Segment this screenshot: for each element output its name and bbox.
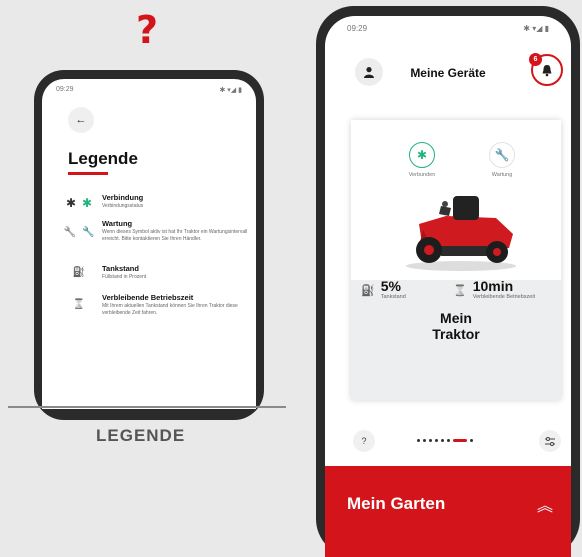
pager-dot-active[interactable] <box>453 439 467 442</box>
help-button[interactable]: ? <box>353 430 375 452</box>
status-bar: 09:29 ✱ ▾◢ ▮ <box>42 79 256 94</box>
legend-item-title: Tankstand <box>102 264 139 273</box>
runtime-metric: ⌛ 10min Verbleibende Betriebszeit <box>453 278 535 300</box>
legend-item-title: Verbleibende Betriebszeit <box>102 293 194 302</box>
back-arrow-icon: ← <box>75 114 87 126</box>
legend-screen: 09:29 ✱ ▾◢ ▮ ← Legende ✱ ✱ Verbindung Ve… <box>42 79 256 409</box>
pager-dot[interactable] <box>441 439 444 442</box>
fuel-label: Tankstand <box>380 294 406 300</box>
garden-title: Mein Garten <box>347 494 446 513</box>
pager-dot[interactable] <box>417 439 420 442</box>
pager-dot[interactable] <box>470 439 473 442</box>
fuel-metric: ⛽ 5% Tankstand <box>361 278 406 300</box>
bluetooth-status-icon: ✱ <box>409 142 435 168</box>
status-time: 09:29 <box>347 24 368 33</box>
devices-screen: 09:29 ✱ ▾◢ ▮ Meine Geräte 6 ✱ Verbunden … <box>325 16 571 557</box>
legend-item-maintenance: 🔧 🔧 Wartung Wenn dieses Symbol aktiv ist… <box>56 219 252 242</box>
sliders-icon <box>545 436 555 446</box>
maintenance-status-icon: 🔧 <box>489 142 515 168</box>
legend-item-desc: Wenn dieses Symbol aktiv ist hat Ihr Tra… <box>102 229 248 242</box>
wrench-icon: 🔧 <box>63 227 76 238</box>
status-bar: 09:29 ✱ ▾◢ ▮ <box>325 16 571 33</box>
tractor-image <box>406 196 516 271</box>
settings-button[interactable] <box>539 430 561 452</box>
legend-item-desc: Füllstand in Prozent <box>102 274 147 280</box>
fuel-icon: ⛽ <box>72 267 86 278</box>
title-underline <box>68 172 108 175</box>
garden-panel[interactable]: Mein Garten ︽ <box>325 466 571 557</box>
pager-dot[interactable] <box>447 439 450 442</box>
pager-dot[interactable] <box>435 439 438 442</box>
devices-phone: 09:29 ✱ ▾◢ ▮ Meine Geräte 6 ✱ Verbunden … <box>316 6 580 557</box>
device-name: Mein Traktor <box>351 310 561 342</box>
fuel-value: 5% <box>380 278 401 294</box>
status-icons: ✱ ▾◢ ▮ <box>523 24 549 33</box>
fuel-icon: ⛽ <box>361 285 375 297</box>
page-title: Legende <box>68 149 138 168</box>
divider-line <box>8 406 286 408</box>
pager-dot[interactable] <box>429 439 432 442</box>
device-card[interactable]: ✱ Verbunden 🔧 Wartung Mein Traktor <box>351 120 561 400</box>
device-name-line2: Traktor <box>432 326 480 342</box>
status-label-maintenance: Wartung <box>491 172 513 178</box>
notification-badge: 6 <box>529 53 542 66</box>
question-mark: ? <box>136 8 159 52</box>
legend-item-title: Verbindung <box>102 193 144 202</box>
hourglass-icon: ⌛ <box>453 285 467 297</box>
bell-icon <box>542 64 552 76</box>
back-button[interactable]: ← <box>68 107 94 133</box>
help-icon: ? <box>361 436 367 446</box>
legend-caption: LEGENDE <box>96 426 186 445</box>
pager-dot[interactable] <box>423 439 426 442</box>
wrench-active-icon: 🔧 <box>82 227 95 238</box>
pager-dots[interactable] <box>417 439 473 442</box>
legend-item-desc: Verbindungsstatus <box>102 203 144 209</box>
runtime-value: 10min <box>472 278 514 294</box>
device-name-line1: Mein <box>440 310 472 326</box>
bluetooth-active-icon: ✱ <box>82 196 93 210</box>
legend-item-connection: ✱ ✱ Verbindung Verbindungsstatus <box>56 193 252 210</box>
legend-phone: 09:29 ✱ ▾◢ ▮ ← Legende ✱ ✱ Verbindung Ve… <box>34 70 264 420</box>
chevron-up-icon[interactable]: ︽ <box>537 492 553 516</box>
legend-item-runtime: ⌛ Verbleibende Betriebszeit Mit Ihrem ak… <box>56 293 252 316</box>
hourglass-icon: ⌛ <box>72 299 86 310</box>
status-time: 09:29 <box>56 86 74 93</box>
status-icons: ✱ ▾◢ ▮ <box>219 87 242 94</box>
status-label-connected: Verbunden <box>408 172 436 178</box>
bluetooth-icon: ✱ <box>65 196 76 210</box>
legend-item-desc: Mit Ihrem aktuellen Tankstand können Sie… <box>102 303 238 316</box>
legend-item-title: Wartung <box>102 219 133 228</box>
notifications-button[interactable]: 6 <box>529 53 563 86</box>
runtime-label: Verbleibende Betriebszeit <box>472 294 536 300</box>
legend-item-fuel: ⛽ Tankstand Füllstand in Prozent <box>56 264 252 281</box>
